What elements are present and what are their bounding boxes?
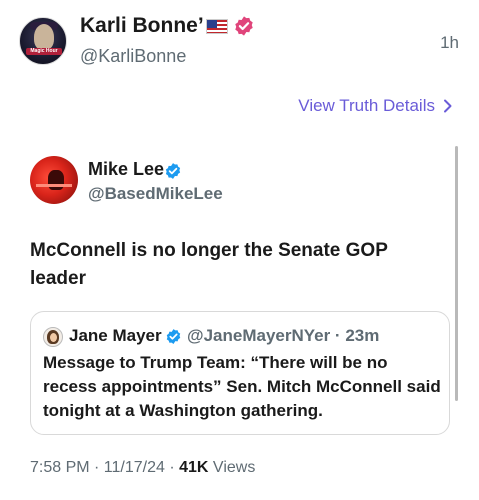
avatar-logo-text: Magic Hour <box>26 48 62 55</box>
embedded-author-avatar[interactable] <box>30 156 78 204</box>
views-label: Views <box>208 459 256 476</box>
post-timestamp: 1h <box>440 33 459 52</box>
avatar-face-shape <box>50 333 57 342</box>
quoted-author-avatar[interactable] <box>43 327 63 347</box>
embedded-tweet-text: McConnell is no longer the Senate GOP le… <box>30 240 388 289</box>
verified-badge-icon <box>166 329 181 344</box>
quoted-author-handle[interactable]: @JaneMayerNYer · 23m <box>187 326 379 346</box>
avatar-figure-shape <box>34 24 54 50</box>
embedded-author-handle[interactable]: @BasedMikeLee <box>88 184 223 204</box>
chevron-right-icon <box>444 99 452 113</box>
author-name[interactable]: Karli Bonne’ <box>80 14 204 38</box>
author-avatar[interactable]: Magic Hour <box>19 17 67 65</box>
quoted-author-name[interactable]: Jane Mayer <box>69 326 162 346</box>
avatar-figure-shape <box>48 170 64 190</box>
view-truth-details-label: View Truth Details <box>298 96 435 115</box>
us-flag-icon <box>206 19 228 34</box>
embedded-author-name[interactable]: Mike Lee <box>88 159 164 180</box>
tweet-meta: 7:58 PM · 11/17/24 · 41K Views <box>30 459 255 477</box>
view-truth-details-link[interactable]: View Truth Details <box>298 96 453 116</box>
verified-badge-icon <box>235 16 253 36</box>
quoted-tweet-text: Message to Trump Team: “There will be no… <box>43 353 441 420</box>
verified-badge-icon <box>165 163 181 179</box>
avatar-line-shape <box>36 184 72 187</box>
embed-scrollbar[interactable] <box>455 146 458 401</box>
views-count[interactable]: 41K <box>179 459 208 476</box>
flag-canton <box>207 20 217 28</box>
author-handle[interactable]: @KarliBonne <box>80 46 186 67</box>
tweet-time-date: 7:58 PM · 11/17/24 · <box>30 459 180 476</box>
